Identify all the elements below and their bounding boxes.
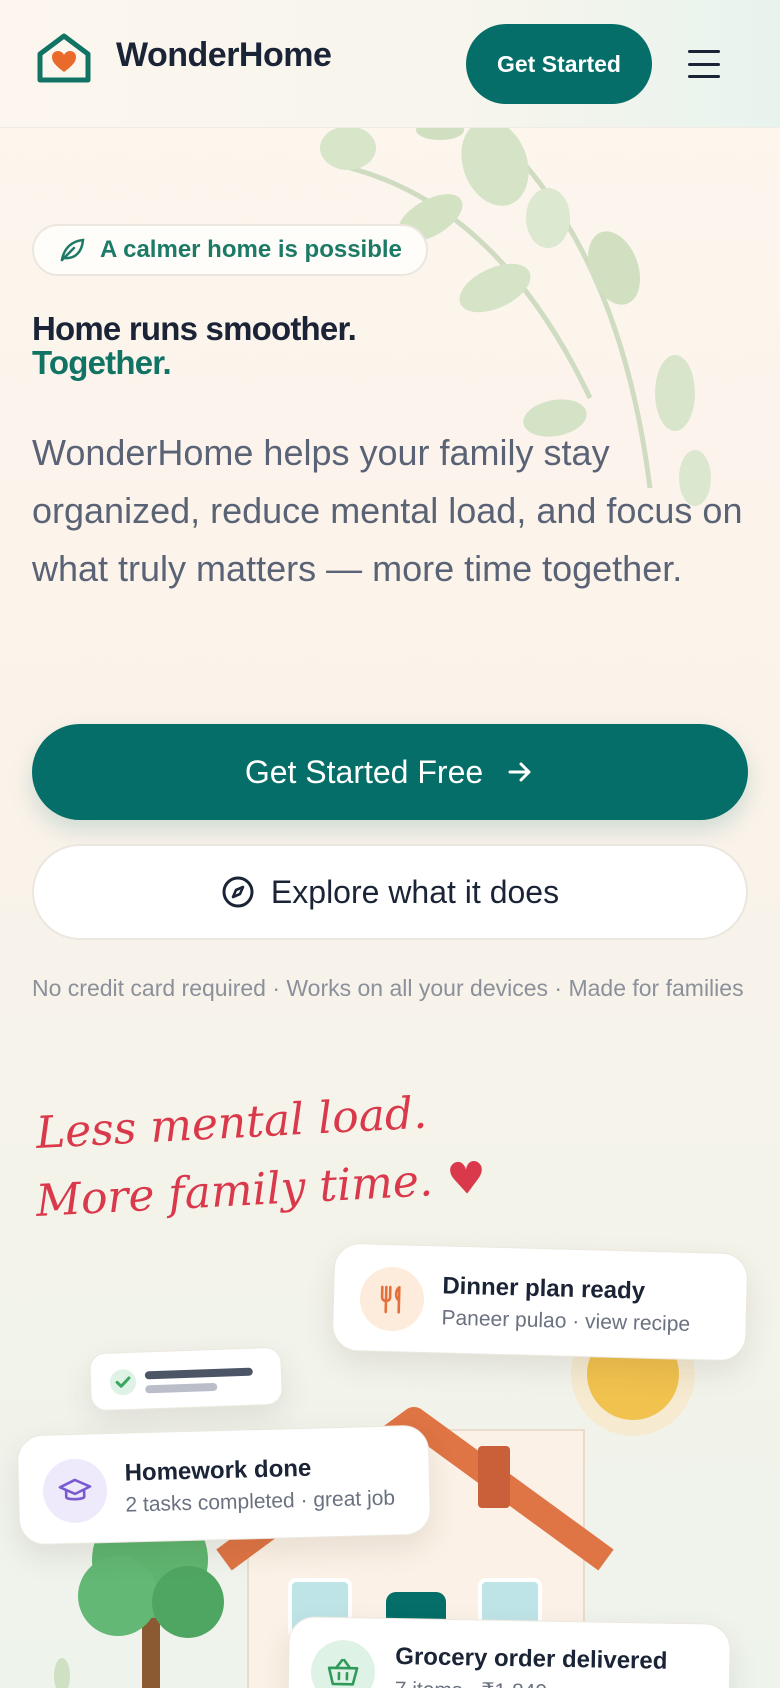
grocery-delivered-card[interactable]: Grocery order delivered 7 items · ₹1,840 — [287, 1616, 731, 1688]
explore-features-label: Explore what it does — [270, 873, 560, 910]
compass-icon — [222, 876, 254, 908]
dinner-plan-card[interactable]: Dinner plan ready Paneer pulao · view re… — [331, 1242, 749, 1362]
arrow-right-icon — [508, 762, 531, 782]
homework-card[interactable]: Homework done 2 tasks completed · great … — [16, 1424, 432, 1546]
header-get-started-button[interactable]: Get Started — [466, 24, 652, 104]
hamburger-menu-icon[interactable] — [684, 44, 724, 84]
hero-fineprint: No credit card required · Works on all y… — [32, 975, 744, 1001]
tagline: Less mental load. More family time. ♥ — [34, 1088, 488, 1236]
house-heart-logo-icon[interactable] — [36, 32, 92, 84]
site-header: WonderHome Get Started — [0, 0, 780, 128]
brand-name[interactable]: WonderHome — [116, 36, 332, 75]
get-started-free-label: Get Started Free — [244, 753, 484, 790]
heart-icon: ♥ — [445, 1152, 488, 1206]
leaf-icon — [60, 238, 85, 262]
homework-card-title: Homework done — [124, 1454, 312, 1487]
tagline-line-2: More family time. — [34, 1155, 435, 1227]
graduation-cap-icon — [42, 1458, 108, 1524]
get-started-free-button[interactable]: Get Started Free — [32, 724, 748, 820]
fork-knife-icon — [359, 1266, 425, 1332]
grocery-card-subtitle: 7 items · ₹1,840 — [395, 1677, 695, 1688]
dinner-card-title: Dinner plan ready — [442, 1272, 646, 1305]
hero-headline: Home runs smoother. Together. — [32, 310, 357, 381]
hero-badge: A calmer home is possible — [32, 224, 428, 276]
hero-description: WonderHome helps your family stay organi… — [32, 432, 743, 589]
headline-line-2: Together. — [32, 344, 172, 381]
headline-line-1: Home runs smoother. — [32, 310, 357, 347]
hero-badge-label: A calmer home is possible — [100, 236, 402, 263]
basket-icon — [310, 1639, 376, 1688]
family-home-illustration: Dinner plan ready Paneer pulao · view re… — [0, 1230, 780, 1688]
checklist-mini-card — [89, 1346, 283, 1412]
grocery-card-title: Grocery order delivered — [395, 1643, 668, 1675]
explore-features-button[interactable]: Explore what it does — [32, 844, 748, 940]
homework-card-subtitle: 2 tasks completed · great job — [125, 1486, 396, 1517]
dinner-card-subtitle: Paneer pulao · view recipe — [441, 1306, 691, 1336]
